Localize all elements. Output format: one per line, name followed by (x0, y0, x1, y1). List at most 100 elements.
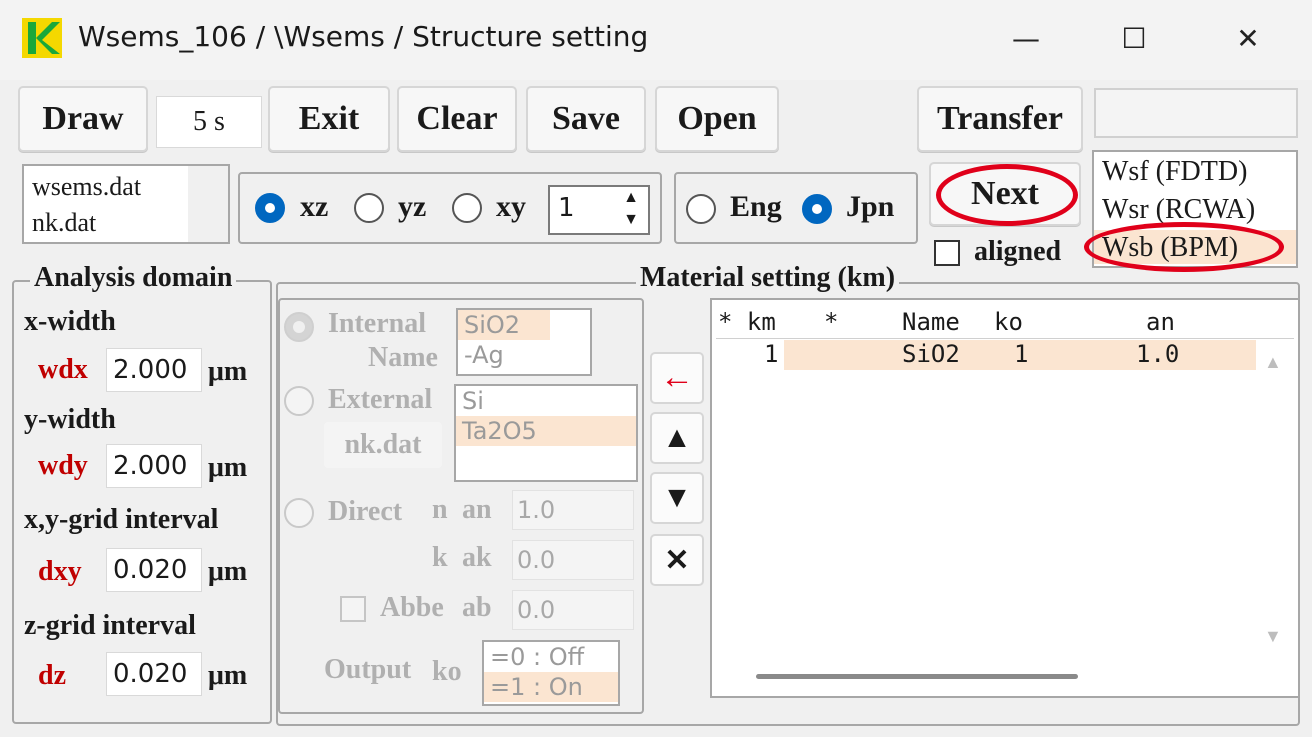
close-button[interactable]: ✕ (1208, 12, 1288, 66)
move-up-button[interactable]: ▲ (650, 412, 704, 464)
plane-yz-radio[interactable] (354, 193, 384, 223)
plane-xz-radio[interactable] (255, 193, 285, 223)
internal-label: Internal (328, 308, 426, 339)
aligned-checkbox[interactable] (934, 240, 960, 266)
file-item[interactable]: nk.dat (32, 208, 96, 238)
minimize-button[interactable]: — (986, 12, 1066, 66)
time-field[interactable]: 5 s (156, 96, 262, 148)
internal-material-item[interactable]: SiO2 (458, 310, 550, 340)
nkdat-button[interactable]: nk.dat (324, 422, 442, 468)
external-radio[interactable] (284, 386, 314, 416)
external-label: External (328, 384, 433, 415)
lang-jpn-radio[interactable] (802, 194, 832, 224)
scroll-down-icon[interactable]: ▼ (1264, 626, 1282, 647)
transfer-target-field[interactable] (1094, 88, 1298, 138)
move-down-button[interactable]: ▼ (650, 472, 704, 524)
header-name: Name (902, 308, 960, 336)
dxy-unit: μm (208, 556, 248, 587)
save-button[interactable]: Save (526, 86, 646, 152)
window-title: Wsems_106 / \Wsems / Structure setting (78, 20, 649, 53)
maximize-button[interactable]: ☐ (1094, 12, 1174, 66)
internal-name-label: Name (368, 342, 438, 373)
dxy-label: dxy (38, 556, 82, 587)
abbe-checkbox[interactable] (340, 596, 366, 622)
triangle-down-icon: ▼ (662, 481, 692, 514)
dz-label: dz (38, 660, 66, 691)
external-material-item[interactable]: Si (456, 386, 636, 416)
lang-jpn-label: Jpn (846, 190, 895, 223)
plane-spinner-value: 1 (558, 193, 575, 223)
plane-xy-radio[interactable] (452, 193, 482, 223)
wsb-highlight-ellipse (1084, 222, 1284, 272)
solver-item[interactable]: Wsf (FDTD) (1102, 156, 1247, 188)
cell-km: 1 (764, 340, 779, 368)
wdy-unit: μm (208, 452, 248, 483)
analysis-domain-title: Analysis domain (30, 262, 237, 294)
cell-name: SiO2 (902, 340, 960, 368)
triangle-up-icon: ▲ (662, 421, 692, 454)
direct-label: Direct (328, 496, 403, 527)
zgrid-label: z-grid interval (24, 610, 196, 641)
internal-material-item[interactable]: -Ag (458, 340, 590, 370)
delete-material-button[interactable]: ✕ (650, 534, 704, 586)
left-arrow-icon: ← (660, 359, 694, 396)
internal-material-list[interactable]: SiO2 -Ag (456, 308, 592, 376)
transfer-button[interactable]: Transfer (917, 86, 1083, 152)
xygrid-label: x,y-grid interval (24, 504, 219, 535)
ak-input[interactable]: 0.0 (512, 540, 634, 580)
spinner-up-icon[interactable]: ▲ (616, 189, 646, 209)
exit-button[interactable]: Exit (268, 86, 390, 152)
external-material-list[interactable]: Si Ta2O5 (454, 384, 638, 482)
scroll-up-icon[interactable]: ▲ (1264, 352, 1282, 373)
clear-button[interactable]: Clear (397, 86, 517, 152)
internal-radio[interactable] (284, 312, 314, 342)
draw-button[interactable]: Draw (18, 86, 148, 152)
app-logo-icon (22, 18, 62, 58)
ko-label: ko (432, 656, 462, 687)
cell-an: 1.0 (1136, 340, 1180, 368)
wdy-input[interactable]: 2.000 (106, 444, 202, 488)
n-label: n (432, 494, 448, 525)
next-highlight-ellipse (936, 164, 1078, 226)
header-an: an (1146, 308, 1175, 336)
dz-input[interactable]: 0.020 (106, 652, 202, 696)
lang-eng-label: Eng (730, 190, 782, 223)
wdx-input[interactable]: 2.000 (106, 348, 202, 392)
output-list[interactable]: =0 : Off =1 : On (482, 640, 620, 706)
table-row[interactable]: 1 SiO2 1 1.0 (716, 340, 1256, 370)
header-ko: ko (994, 308, 1023, 336)
wdx-label: wdx (38, 354, 88, 385)
lang-eng-radio[interactable] (686, 194, 716, 224)
abbe-label: Abbe (380, 592, 444, 623)
external-material-item[interactable]: Ta2O5 (456, 416, 636, 446)
header-divider (716, 338, 1294, 339)
plane-spinner[interactable]: 1 ▲ ▼ (548, 185, 650, 235)
dz-unit: μm (208, 660, 248, 691)
horizontal-scrollbar[interactable] (756, 674, 1078, 679)
xwidth-label: x-width (24, 306, 116, 337)
add-material-button[interactable]: ← (650, 352, 704, 404)
file-item[interactable]: wsems.dat (32, 172, 141, 202)
files-list[interactable]: wsems.dat nk.dat (22, 164, 230, 244)
dxy-input[interactable]: 0.020 (106, 548, 202, 592)
output-item[interactable]: =1 : On (484, 672, 618, 702)
table-header: * km * Name ko an (712, 304, 1298, 338)
cell-ko: 1 (1014, 340, 1029, 368)
an-input[interactable]: 1.0 (512, 490, 634, 530)
plane-yz-label: yz (398, 190, 427, 223)
open-button[interactable]: Open (655, 86, 779, 152)
output-item[interactable]: =0 : Off (484, 642, 618, 672)
ywidth-label: y-width (24, 404, 116, 435)
ak-label: ak (462, 542, 492, 573)
wdx-unit: μm (208, 356, 248, 387)
header-star: * (824, 308, 839, 336)
spinner-down-icon[interactable]: ▼ (616, 211, 646, 231)
direct-radio[interactable] (284, 498, 314, 528)
ab-input[interactable]: 0.0 (512, 590, 634, 630)
header-km: * km (718, 308, 776, 336)
plane-xy-label: xy (496, 190, 526, 223)
an-label: an (462, 494, 492, 525)
material-table[interactable]: * km * Name ko an 1 SiO2 1 1.0 ▲ ▼ (710, 298, 1300, 698)
files-scrollbar[interactable] (188, 166, 228, 242)
wdy-label: wdy (38, 450, 88, 481)
